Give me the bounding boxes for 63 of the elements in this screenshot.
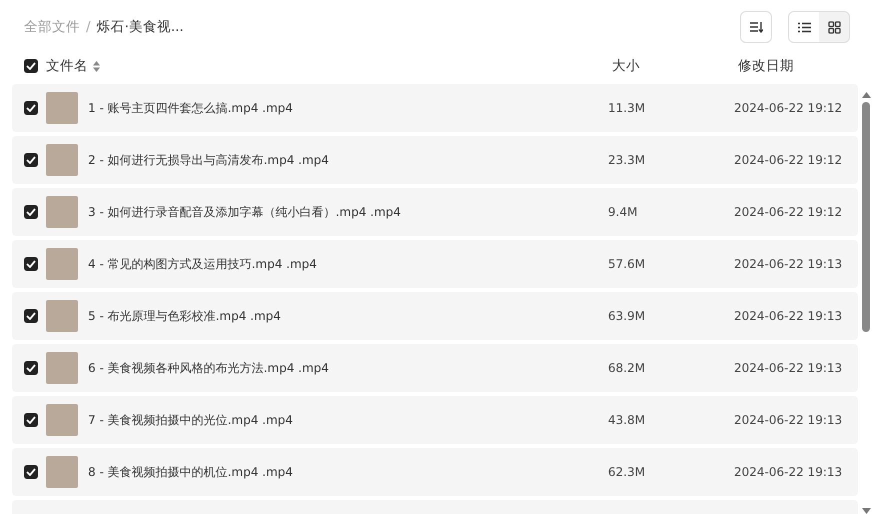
file-row[interactable]: 6 - 美食视频各种风格的布光方法.mp4 .mp4 68.2M 2024-06-22 19:13 (12, 344, 858, 392)
file-name: 6 - 美食视频各种风格的布光方法.mp4 .mp4 (88, 360, 330, 376)
row-checkbox[interactable] (24, 257, 38, 271)
video-thumbnail (46, 456, 78, 488)
select-all-checkbox[interactable] (24, 59, 38, 73)
file-size: 68.2M (608, 361, 646, 375)
file-row[interactable]: 1 - 账号主页四件套怎么搞.mp4 .mp4 11.3M 2024-06-22 19:12 (12, 84, 858, 132)
file-size: 23.3M (608, 153, 646, 167)
row-checkbox[interactable] (24, 153, 38, 167)
row-checkbox[interactable] (24, 413, 38, 427)
modified-date: 2024-06-22 19:12 (734, 101, 844, 115)
file-name: 4 - 常见的构图方式及运用技巧.mp4 .mp4 (88, 256, 318, 272)
video-thumbnail (46, 196, 78, 228)
file-row[interactable]: 8 - 美食视频拍摄中的机位.mp4 .mp4 62.3M 2024-06-22 19:13 (12, 448, 858, 496)
video-thumbnail (46, 404, 78, 436)
modified-date: 2024-06-22 19:13 (734, 413, 844, 427)
file-size: 63.9M (608, 309, 646, 323)
file-name: 5 - 布光原理与色彩校准.mp4 .mp4 (88, 308, 282, 324)
row-checkbox[interactable] (24, 309, 38, 323)
file-row[interactable]: 7 - 美食视频拍摄中的光位.mp4 .mp4 43.8M 2024-06-22 19:13 (12, 396, 858, 444)
breadcrumb-item: 烁石·美食视... (96, 18, 184, 36)
video-thumbnail (46, 248, 78, 280)
grid-icon (828, 20, 840, 34)
sort-arrows-icon[interactable] (93, 60, 100, 72)
file-size: 62.3M (608, 465, 646, 479)
scroll-down-icon[interactable] (862, 508, 870, 514)
scrollbar-thumb[interactable] (862, 102, 870, 332)
sort-button[interactable] (740, 11, 772, 43)
video-thumbnail (46, 352, 78, 384)
file-name: 7 - 美食视频拍摄中的光位.mp4 .mp4 (88, 412, 294, 428)
row-checkbox[interactable] (24, 205, 38, 219)
list-view-button[interactable] (789, 12, 819, 42)
file-size: 43.8M (608, 413, 646, 427)
video-thumbnail (46, 92, 78, 124)
row-checkbox[interactable] (24, 101, 38, 115)
file-size: 11.3M (608, 101, 646, 115)
modified-date: 2024-06-22 19:13 (734, 257, 844, 271)
list-icon (798, 22, 810, 32)
file-size: 9.4M (608, 205, 638, 219)
modified-date: 2024-06-22 19:13 (734, 361, 844, 375)
file-size: 57.6M (608, 257, 646, 271)
breadcrumb-separator: / (86, 19, 91, 35)
row-checkbox[interactable] (24, 465, 38, 479)
column-header[interactable]: 文件名 (46, 57, 88, 75)
modified-date: 2024-06-22 19:12 (734, 205, 844, 219)
sort-icon (749, 21, 763, 33)
file-row[interactable]: 2 - 如何进行无损导出与高清发布.mp4 .mp4 23.3M 2024-06-22 19:12 (12, 136, 858, 184)
column-header: 大小 (612, 57, 641, 75)
modified-date: 2024-06-22 19:13 (734, 465, 844, 479)
file-name: 1 - 账号主页四件套怎么搞.mp4 .mp4 (88, 100, 294, 116)
scroll-up-icon[interactable] (862, 92, 870, 98)
file-row[interactable]: 4 - 常见的构图方式及运用技巧.mp4 .mp4 57.6M 2024-06-22 19:13 (12, 240, 858, 288)
file-name: 2 - 如何进行无损导出与高清发布.mp4 .mp4 (88, 152, 330, 168)
video-thumbnail (46, 300, 78, 332)
video-thumbnail (46, 144, 78, 176)
file-name: 3 - 如何进行录音配音及添加字幕（纯小白看）.mp4 .mp4 (88, 204, 402, 220)
modified-date: 2024-06-22 19:13 (734, 309, 844, 323)
modified-date: 2024-06-22 19:12 (734, 153, 844, 167)
file-row[interactable]: 5 - 布光原理与色彩校准.mp4 .mp4 63.9M 2024-06-22 19:13 (12, 292, 858, 340)
file-name: 8 - 美食视频拍摄中的机位.mp4 .mp4 (88, 464, 294, 480)
row-checkbox[interactable] (24, 361, 38, 375)
column-header: 修改日期 (738, 57, 795, 75)
file-row[interactable]: 3 - 如何进行录音配音及添加字幕（纯小白看）.mp4 .mp4 9.4M 2024-06-22 19:12 (12, 188, 858, 236)
